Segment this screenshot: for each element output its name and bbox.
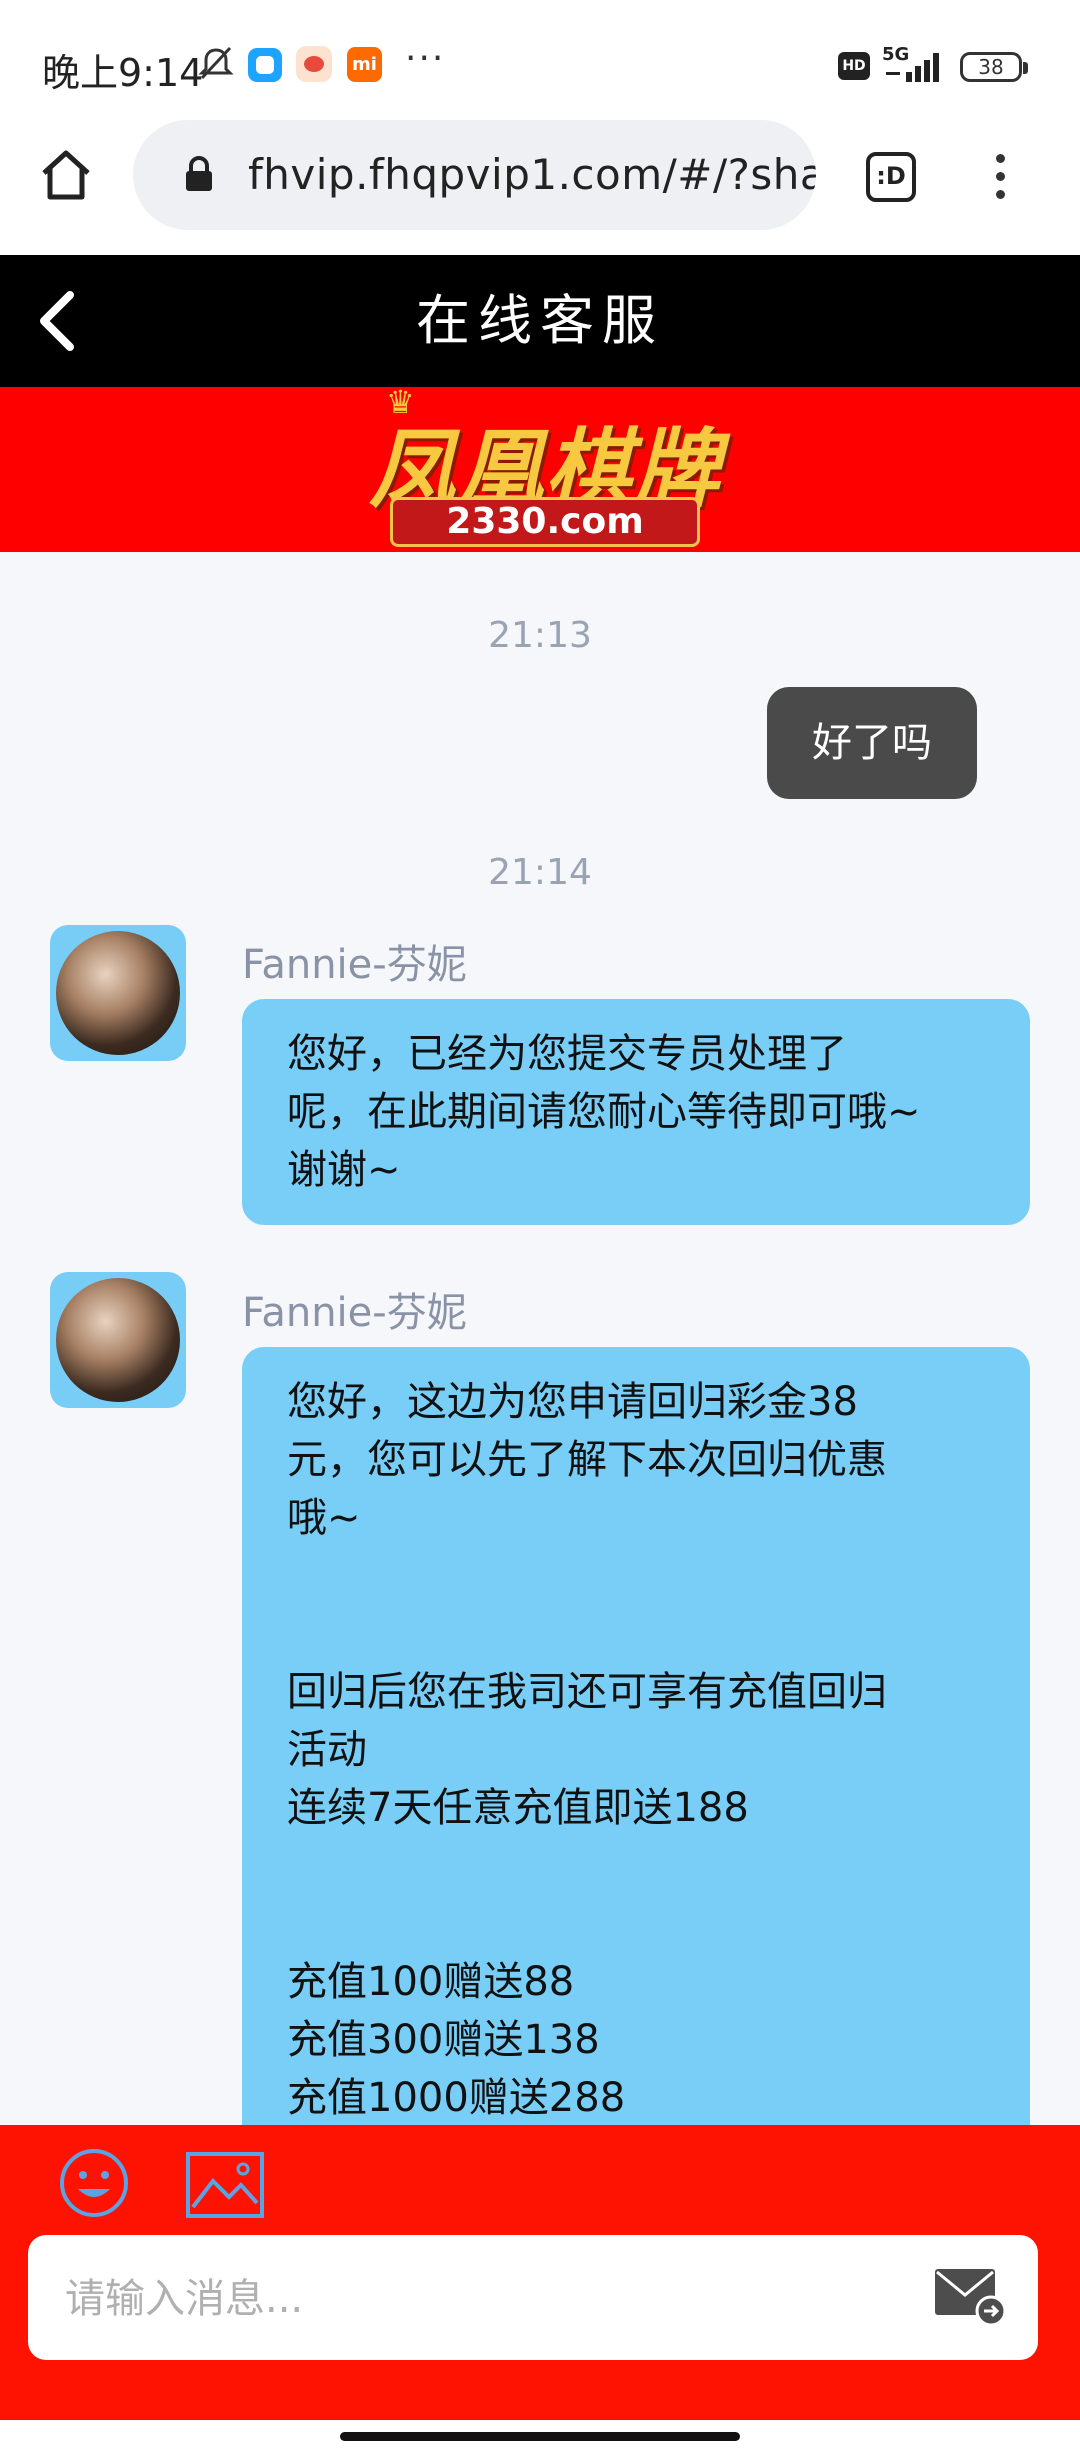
status-more: ···	[405, 38, 446, 79]
browser-menu-icon[interactable]	[990, 150, 1010, 210]
sender-name: Fannie-芬妮	[242, 1290, 467, 1336]
mi-app-icon: mi	[347, 47, 382, 82]
sender-name: Fannie-芬妮	[242, 942, 467, 988]
home-gesture-handle[interactable]	[340, 2432, 740, 2441]
browser-toolbar: fhvip.fhqpvip1.com/#/?share :D	[0, 120, 1080, 255]
page-title: 在线客服	[416, 289, 664, 352]
app-cartoon-icon	[296, 46, 332, 82]
message-input[interactable]	[63, 2235, 917, 2362]
brand-logo: ♛ 凤凰棋牌 2330.com	[350, 383, 740, 552]
status-bar: 晚上9:14 mi ··· HD 5G 38	[0, 0, 1080, 120]
message-timestamp: 21:14	[488, 852, 592, 893]
tab-switcher-button[interactable]: :D	[866, 152, 916, 202]
send-mail-icon[interactable]	[933, 2265, 1008, 2327]
logo-domain: 2330.com	[390, 497, 700, 547]
emoji-icon[interactable]	[58, 2147, 130, 2219]
chat-header: 在线客服	[0, 255, 1080, 387]
system-nav-bar	[0, 2420, 1080, 2460]
message-composer	[0, 2125, 1080, 2420]
back-arrow-icon[interactable]	[30, 289, 90, 353]
address-bar[interactable]: fhvip.fhqpvip1.com/#/?share	[133, 120, 816, 230]
image-icon[interactable]	[185, 2151, 265, 2219]
brand-banner: ♛ 凤凰棋牌 2330.com	[0, 383, 1080, 552]
message-input-box	[28, 2235, 1038, 2362]
agent-avatar[interactable]	[50, 925, 186, 1061]
outgoing-message-bubble: 好了吗	[767, 687, 977, 799]
app-blue-icon	[248, 48, 282, 82]
battery-icon: 38	[960, 52, 1028, 82]
url-text[interactable]: fhvip.fhqpvip1.com/#/?share	[248, 150, 816, 199]
home-icon[interactable]	[36, 145, 96, 205]
status-time: 晚上9:14	[42, 51, 204, 95]
agent-avatar[interactable]	[50, 1272, 186, 1408]
message-timestamp: 21:13	[488, 615, 592, 656]
hd-icon: HD	[838, 52, 870, 80]
incoming-message-bubble: 您好，这边为您申请回归彩金38 元，您可以先了解下本次回归优惠 哦~ 回归后您在…	[242, 1347, 1030, 2125]
incoming-message-bubble: 您好，已经为您提交专员处理了 呢，在此期间请您耐心等待即可哦~ 谢谢~	[242, 999, 1030, 1225]
mute-bell-icon	[198, 46, 234, 80]
lock-icon	[186, 156, 212, 191]
chat-message-list[interactable]: 21:13 好了吗 21:14 Fannie-芬妮 您好，已经为您提交专员处理了…	[0, 552, 1080, 2125]
signal-icon	[886, 53, 939, 82]
